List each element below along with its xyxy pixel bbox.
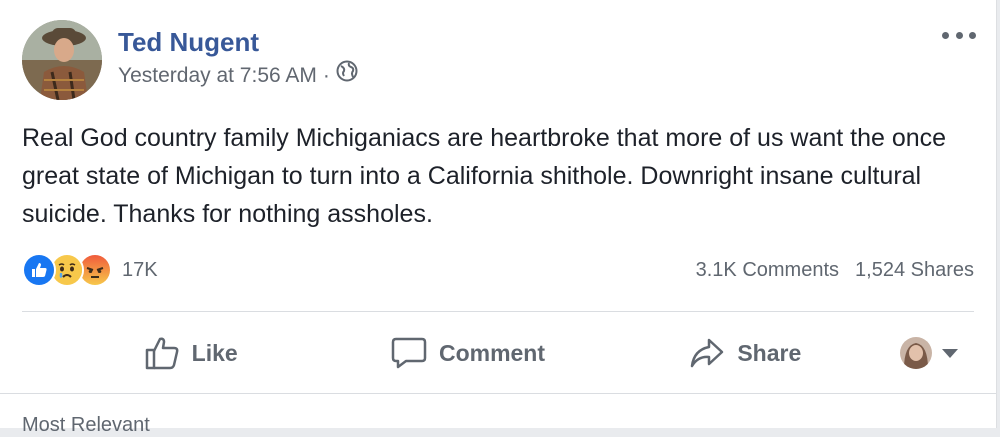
- post-timestamp-row: Yesterday at 7:56 AM ·: [118, 60, 358, 91]
- post-actions: Like Comment Share: [22, 318, 974, 388]
- post-meta: Ted Nugent Yesterday at 7:56 AM ·: [118, 20, 358, 91]
- separator-dot: ·: [322, 63, 330, 87]
- divider: [22, 311, 974, 312]
- share-as-selector[interactable]: [884, 337, 974, 369]
- share-arrow-icon: [691, 338, 724, 368]
- comments-count[interactable]: 3.1K Comments: [696, 259, 839, 282]
- comment-sort-selector[interactable]: Most Relevant: [22, 414, 150, 437]
- share-label: Share: [737, 339, 802, 366]
- post-stats: 17K 3.1K Comments 1,524 Shares: [22, 252, 974, 288]
- author-avatar[interactable]: [22, 20, 102, 100]
- globe-icon[interactable]: [336, 60, 358, 91]
- user-avatar: [899, 337, 932, 369]
- chevron-down-icon: [941, 348, 958, 358]
- thumbs-up-icon: [145, 337, 179, 370]
- post-timestamp[interactable]: Yesterday at 7:56 AM: [118, 61, 317, 91]
- post-header: Ted Nugent Yesterday at 7:56 AM ·: [22, 20, 358, 102]
- comment-button[interactable]: Comment: [329, 325, 606, 381]
- author-name[interactable]: Ted Nugent: [118, 26, 358, 58]
- like-label: Like: [191, 339, 238, 366]
- divider: [0, 393, 996, 394]
- engagement-counts: 3.1K Comments 1,524 Shares: [696, 259, 974, 282]
- post-text: Real God country family Michiganiacs are…: [22, 124, 947, 228]
- post-card: Ted Nugent Yesterday at 7:56 AM · Real G…: [0, 0, 997, 436]
- shares-count[interactable]: 1,524 Shares: [855, 259, 974, 282]
- reactions-summary[interactable]: 17K: [22, 253, 158, 287]
- reaction-count[interactable]: 17K: [122, 259, 158, 282]
- comment-icon: [391, 337, 427, 369]
- share-button[interactable]: Share: [607, 325, 884, 381]
- like-button[interactable]: Like: [52, 325, 329, 381]
- more-options-icon[interactable]: [942, 28, 976, 42]
- comment-label: Comment: [438, 339, 546, 366]
- like-reaction-icon: [22, 253, 56, 287]
